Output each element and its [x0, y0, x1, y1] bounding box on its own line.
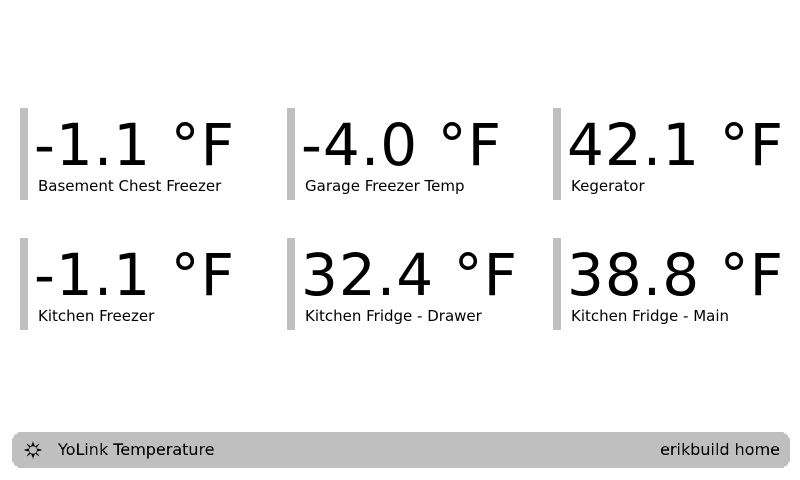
tile-accent-bar [287, 108, 295, 200]
tile-accent-bar [553, 108, 561, 200]
sensor-name: Kitchen Fridge - Main [571, 307, 730, 325]
tile-accent-bar [20, 238, 28, 330]
sensor-tile-kitchen-freezer: -1.1 °F Kitchen Freezer [20, 238, 282, 330]
tile-accent-bar [287, 238, 295, 330]
sensor-name: Kitchen Freezer [38, 307, 155, 325]
home-name: erikbuild home [660, 440, 780, 459]
sensor-name: Kitchen Fridge - Drawer [305, 307, 482, 325]
tile-accent-bar [553, 238, 561, 330]
temperature-value: 42.1 °F [567, 111, 784, 179]
temperature-value: 38.8 °F [567, 241, 784, 309]
app-title: YoLink Temperature [58, 440, 215, 459]
sensor-tile-kitchen-fridge-main: 38.8 °F Kitchen Fridge - Main [553, 238, 800, 330]
temperature-value: -1.1 °F [34, 241, 235, 309]
temperature-value: -4.0 °F [301, 111, 502, 179]
sensor-tile-garage-freezer: -4.0 °F Garage Freezer Temp [287, 108, 549, 200]
footer-bar: YoLink Temperature erikbuild home [12, 432, 790, 468]
sensor-tile-kegerator: 42.1 °F Kegerator [553, 108, 800, 200]
tile-accent-bar [20, 108, 28, 200]
temperature-value: 32.4 °F [301, 241, 518, 309]
sensor-tile-basement-chest-freezer: -1.1 °F Basement Chest Freezer [20, 108, 282, 200]
sensor-name: Basement Chest Freezer [38, 177, 222, 195]
sensor-name: Kegerator [571, 177, 645, 195]
yolink-logo-icon [21, 438, 45, 462]
sensor-name: Garage Freezer Temp [305, 177, 465, 195]
sensor-tile-kitchen-fridge-drawer: 32.4 °F Kitchen Fridge - Drawer [287, 238, 549, 330]
temperature-value: -1.1 °F [34, 111, 235, 179]
